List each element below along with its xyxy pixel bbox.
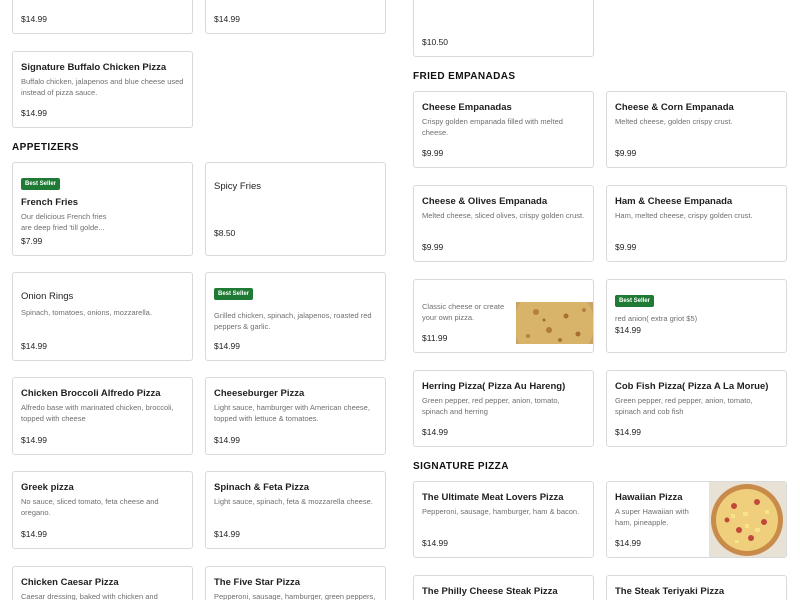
item-description: Alfredo base with marinated chicken, bro…	[21, 403, 174, 423]
menu-item-chicken-caesar-pizza[interactable]: Chicken Caesar Pizza Caesar dressing, ba…	[12, 566, 193, 600]
menu-item-philly-cheese-steak-pizza[interactable]: The Philly Cheese Steak Pizza	[413, 575, 594, 600]
section-title-appetizers: APPETIZERS	[12, 142, 79, 153]
menu-item-herring-pizza[interactable]: Herring Pizza( Pizza Au Hareng) Green pe…	[413, 370, 594, 447]
item-price: $14.99	[214, 435, 240, 445]
section-title-signature-pizza: SIGNATURE PIZZA	[413, 461, 509, 472]
item-price: $14.99	[615, 427, 641, 437]
item-price: $14.99	[422, 427, 448, 437]
item-description: Light sauce, hamburger with American che…	[214, 403, 370, 423]
menu-item-spicy-fries[interactable]: Spicy Fries $8.50	[205, 162, 386, 256]
item-description: Pepperoni, sausage, hamburger, ham & bac…	[422, 507, 580, 516]
menu-item-cheese-empanadas[interactable]: Cheese Empanadas Crispy golden empanada …	[413, 91, 594, 168]
item-price: $14.99	[21, 529, 47, 539]
item-description: Caesar dressing, baked with chicken and …	[21, 592, 158, 600]
item-title: Cheese & Corn Empanada	[615, 102, 734, 113]
item-title: Onion Rings	[21, 291, 74, 302]
item-description: Pepperoni, sausage, hamburger, green pep…	[214, 592, 376, 600]
menu-item-classic-cheese-pizza[interactable]: Classic cheese or create your own pizza.…	[413, 279, 594, 353]
item-title: Cheese Empanadas	[422, 102, 512, 113]
item-title: Cheese & Olives Empanada	[422, 196, 548, 207]
item-title: The Five Star Pizza	[214, 577, 301, 588]
best-seller-badge: Best Seller	[615, 295, 655, 307]
cheese-pizza-image	[516, 302, 593, 344]
item-title: Greek pizza	[21, 482, 74, 493]
item-title: The Ultimate Meat Lovers Pizza	[422, 492, 564, 503]
menu-item-card[interactable]: $14.99	[12, 0, 193, 34]
item-description: No sauce, sliced tomato, feta cheese and…	[21, 497, 159, 517]
item-price: $14.99	[422, 538, 448, 548]
item-price: $14.99	[214, 14, 240, 24]
section-title-fried-empanadas: FRIED EMPANADAS	[413, 71, 516, 82]
item-price: $9.99	[422, 148, 444, 158]
menu-item-cob-fish-pizza[interactable]: Cob Fish Pizza( Pizza A La Morue) Green …	[606, 370, 787, 447]
menu-item-cheeseburger-pizza[interactable]: Cheeseburger Pizza Light sauce, hamburge…	[205, 377, 386, 455]
item-description: Green pepper, red pepper, anion, tomato,…	[422, 396, 560, 416]
item-price: $10.50	[422, 37, 448, 47]
menu-item-steak-teriyaki-pizza[interactable]: The Steak Teriyaki Pizza	[606, 575, 787, 600]
item-description: red anion( extra griot $5)	[615, 314, 698, 323]
item-price: $9.99	[422, 242, 444, 252]
item-title: Cob Fish Pizza( Pizza A La Morue)	[615, 381, 769, 392]
item-title: Chicken Caesar Pizza	[21, 577, 119, 588]
menu-item-five-star-pizza[interactable]: The Five Star Pizza Pepperoni, sausage, …	[205, 566, 386, 600]
item-title: Spinach & Feta Pizza	[214, 482, 310, 493]
menu-item-onion-rings[interactable]: Onion Rings Spinach, tomatoes, onions, m…	[12, 272, 193, 361]
item-price: $7.99	[21, 236, 43, 246]
item-price: $9.99	[615, 242, 637, 252]
item-title: Spicy Fries	[214, 181, 261, 192]
menu-item-grilled-chicken-pizza[interactable]: Best Seller Grilled chicken, spinach, ja…	[205, 272, 386, 361]
item-description: Melted cheese, sliced olives, crispy gol…	[422, 211, 585, 220]
best-seller-badge: Best Seller	[21, 178, 61, 190]
item-title: Signature Buffalo Chicken Pizza	[21, 62, 167, 73]
menu-item-french-fries[interactable]: Best Seller French Fries Our delicious F…	[12, 162, 193, 256]
item-title: Chicken Broccoli Alfredo Pizza	[21, 388, 161, 399]
item-price: $9.99	[615, 148, 637, 158]
menu-item-cheese-olives-empanada[interactable]: Cheese & Olives Empanada Melted cheese, …	[413, 185, 594, 262]
item-price: $14.99	[21, 108, 47, 118]
item-description: Ham, melted cheese, crispy golden crust.	[615, 211, 753, 220]
menu-item-ham-cheese-empanada[interactable]: Ham & Cheese Empanada Ham, melted cheese…	[606, 185, 787, 262]
item-price: $8.50	[214, 228, 236, 238]
item-price: $14.99	[21, 435, 47, 445]
item-price: $14.99	[21, 14, 47, 24]
item-title: Herring Pizza( Pizza Au Hareng)	[422, 381, 566, 392]
menu-item-meat-lovers-pizza[interactable]: The Ultimate Meat Lovers Pizza Pepperoni…	[413, 481, 594, 558]
menu-item-cheese-corn-empanada[interactable]: Cheese & Corn Empanada Melted cheese, go…	[606, 91, 787, 168]
menu-item-spinach-feta-pizza[interactable]: Spinach & Feta Pizza Light sauce, spinac…	[205, 471, 386, 549]
item-title: The Steak Teriyaki Pizza	[615, 586, 725, 597]
menu-item-buffalo-chicken-pizza[interactable]: Signature Buffalo Chicken Pizza Buffalo …	[12, 51, 193, 128]
menu-item-hawaiian-pizza[interactable]: Hawaiian Pizza A super Hawaiian with ham…	[606, 481, 787, 558]
item-price: $14.99	[615, 325, 641, 335]
item-description: Spinach, tomatoes, onions, mozzarella.	[21, 308, 152, 317]
item-description: Green pepper, red pepper, anion, tomato,…	[615, 396, 753, 416]
menu-item-onion-pizza[interactable]: Best Seller red anion( extra griot $5) $…	[606, 279, 787, 353]
item-price: $11.99	[422, 333, 448, 343]
item-description: Light sauce, spinach, feta & mozzarella …	[214, 497, 373, 506]
menu-item-card[interactable]: $14.99	[205, 0, 386, 34]
hawaiian-pizza-image	[709, 482, 786, 557]
item-title: The Philly Cheese Steak Pizza	[422, 586, 558, 597]
item-description: Grilled chicken, spinach, jalapenos, roa…	[214, 311, 372, 331]
item-price: $14.99	[615, 538, 641, 548]
item-description: Our delicious French fries are deep frie…	[21, 212, 107, 232]
item-description: Crispy golden empanada filled with melte…	[422, 117, 563, 137]
item-title: French Fries	[21, 197, 79, 208]
menu-item-card[interactable]: $10.50	[413, 0, 594, 57]
item-title: Ham & Cheese Empanada	[615, 196, 733, 207]
best-seller-badge: Best Seller	[214, 288, 254, 300]
menu-item-chicken-broccoli-alfredo-pizza[interactable]: Chicken Broccoli Alfredo Pizza Alfredo b…	[12, 377, 193, 455]
item-price: $14.99	[21, 341, 47, 351]
item-price: $14.99	[214, 341, 240, 351]
item-description: Buffalo chicken, jalapenos and blue chee…	[21, 77, 184, 97]
item-description: Melted cheese, golden crispy crust.	[615, 117, 733, 126]
item-price: $14.99	[214, 529, 240, 539]
item-title: Cheeseburger Pizza	[214, 388, 305, 399]
menu-item-greek-pizza[interactable]: Greek pizza No sauce, sliced tomato, fet…	[12, 471, 193, 549]
